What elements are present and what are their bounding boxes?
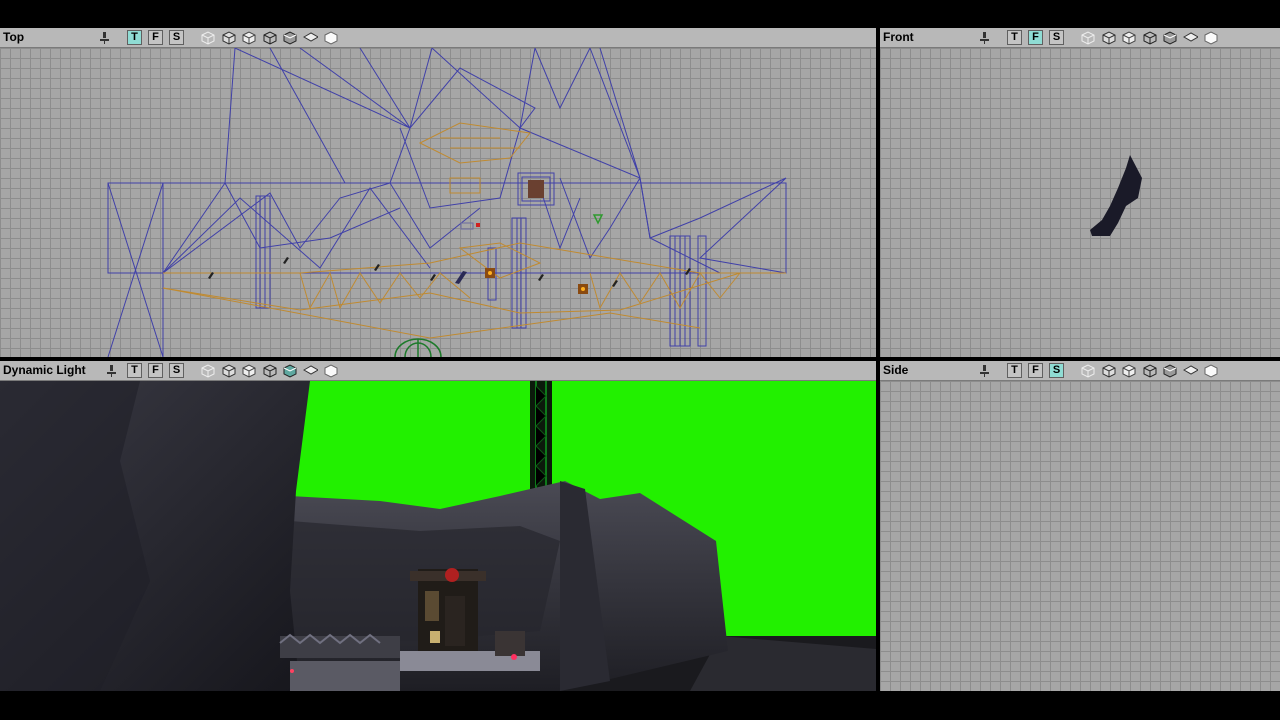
top-wireframe-level — [107, 48, 787, 357]
viewport-title: Dynamic Light — [3, 363, 86, 377]
top-viewport[interactable]: Top T F S — [0, 28, 876, 357]
flat-cube-icon[interactable] — [303, 30, 318, 45]
side-view-button[interactable]: S — [1049, 363, 1064, 378]
viewport-title: Top — [3, 30, 25, 44]
brush-cube-icon[interactable] — [1121, 363, 1136, 378]
dynamic-light-viewport-titlebar: Dynamic Light T F S — [0, 361, 876, 381]
viewport-title: Front — [883, 30, 914, 44]
camera-icon[interactable] — [977, 363, 992, 378]
viewport-title: Side — [883, 363, 909, 377]
side-viewport-canvas[interactable] — [880, 381, 1280, 691]
front-actor-silhouette — [1090, 155, 1142, 236]
front-view-button[interactable]: F — [148, 363, 163, 378]
front-viewport-titlebar: Front T F S — [880, 28, 1280, 48]
solid-cube-icon[interactable] — [1203, 30, 1218, 45]
side-viewport[interactable]: Side T F S — [880, 361, 1280, 691]
dynamic-light-viewport[interactable]: Dynamic Light T F S — [0, 361, 876, 691]
camera-icon[interactable] — [97, 30, 112, 45]
top-view-button[interactable]: T — [127, 363, 142, 378]
zone-cube-icon[interactable] — [1101, 363, 1116, 378]
textured-cube-icon[interactable] — [1142, 30, 1157, 45]
lit-cube-icon[interactable] — [1162, 363, 1177, 378]
textured-cube-icon[interactable] — [262, 363, 277, 378]
side-view-button[interactable]: S — [1049, 30, 1064, 45]
solid-cube-icon[interactable] — [323, 363, 338, 378]
brush-cube-icon[interactable] — [241, 30, 256, 45]
wireframe-cube-icon[interactable] — [1080, 363, 1095, 378]
front-viewport-canvas[interactable] — [880, 48, 1280, 357]
top-view-button[interactable]: T — [1007, 30, 1022, 45]
solid-cube-icon[interactable] — [1203, 363, 1218, 378]
dynamic-light-canvas[interactable] — [0, 381, 876, 691]
textured-cube-icon[interactable] — [262, 30, 277, 45]
solid-cube-icon[interactable] — [323, 30, 338, 45]
side-view-button[interactable]: S — [169, 30, 184, 45]
side-viewport-titlebar: Side T F S — [880, 361, 1280, 381]
top-viewport-titlebar: Top T F S — [0, 28, 876, 48]
zone-cube-icon[interactable] — [221, 30, 236, 45]
lit-cube-icon[interactable] — [1162, 30, 1177, 45]
front-viewport[interactable]: Front T F S — [880, 28, 1280, 357]
front-view-button[interactable]: F — [148, 30, 163, 45]
rendered-3d-scene — [0, 381, 876, 691]
lit-cube-icon[interactable] — [282, 30, 297, 45]
zone-cube-icon[interactable] — [221, 363, 236, 378]
camera-icon[interactable] — [104, 363, 119, 378]
lit-cube-icon[interactable] — [282, 363, 297, 378]
front-view-button[interactable]: F — [1028, 30, 1043, 45]
wireframe-cube-icon[interactable] — [1080, 30, 1095, 45]
top-viewport-canvas[interactable] — [0, 48, 876, 357]
camera-icon[interactable] — [977, 30, 992, 45]
wireframe-cube-icon[interactable] — [200, 30, 215, 45]
brush-cube-icon[interactable] — [241, 363, 256, 378]
flat-cube-icon[interactable] — [1183, 30, 1198, 45]
textured-cube-icon[interactable] — [1142, 363, 1157, 378]
top-view-button[interactable]: T — [1007, 363, 1022, 378]
side-view-button[interactable]: S — [169, 363, 184, 378]
top-view-button[interactable]: T — [127, 30, 142, 45]
flat-cube-icon[interactable] — [303, 363, 318, 378]
zone-cube-icon[interactable] — [1101, 30, 1116, 45]
brush-cube-icon[interactable] — [1121, 30, 1136, 45]
front-view-button[interactable]: F — [1028, 363, 1043, 378]
flat-cube-icon[interactable] — [1183, 363, 1198, 378]
wireframe-cube-icon[interactable] — [200, 363, 215, 378]
